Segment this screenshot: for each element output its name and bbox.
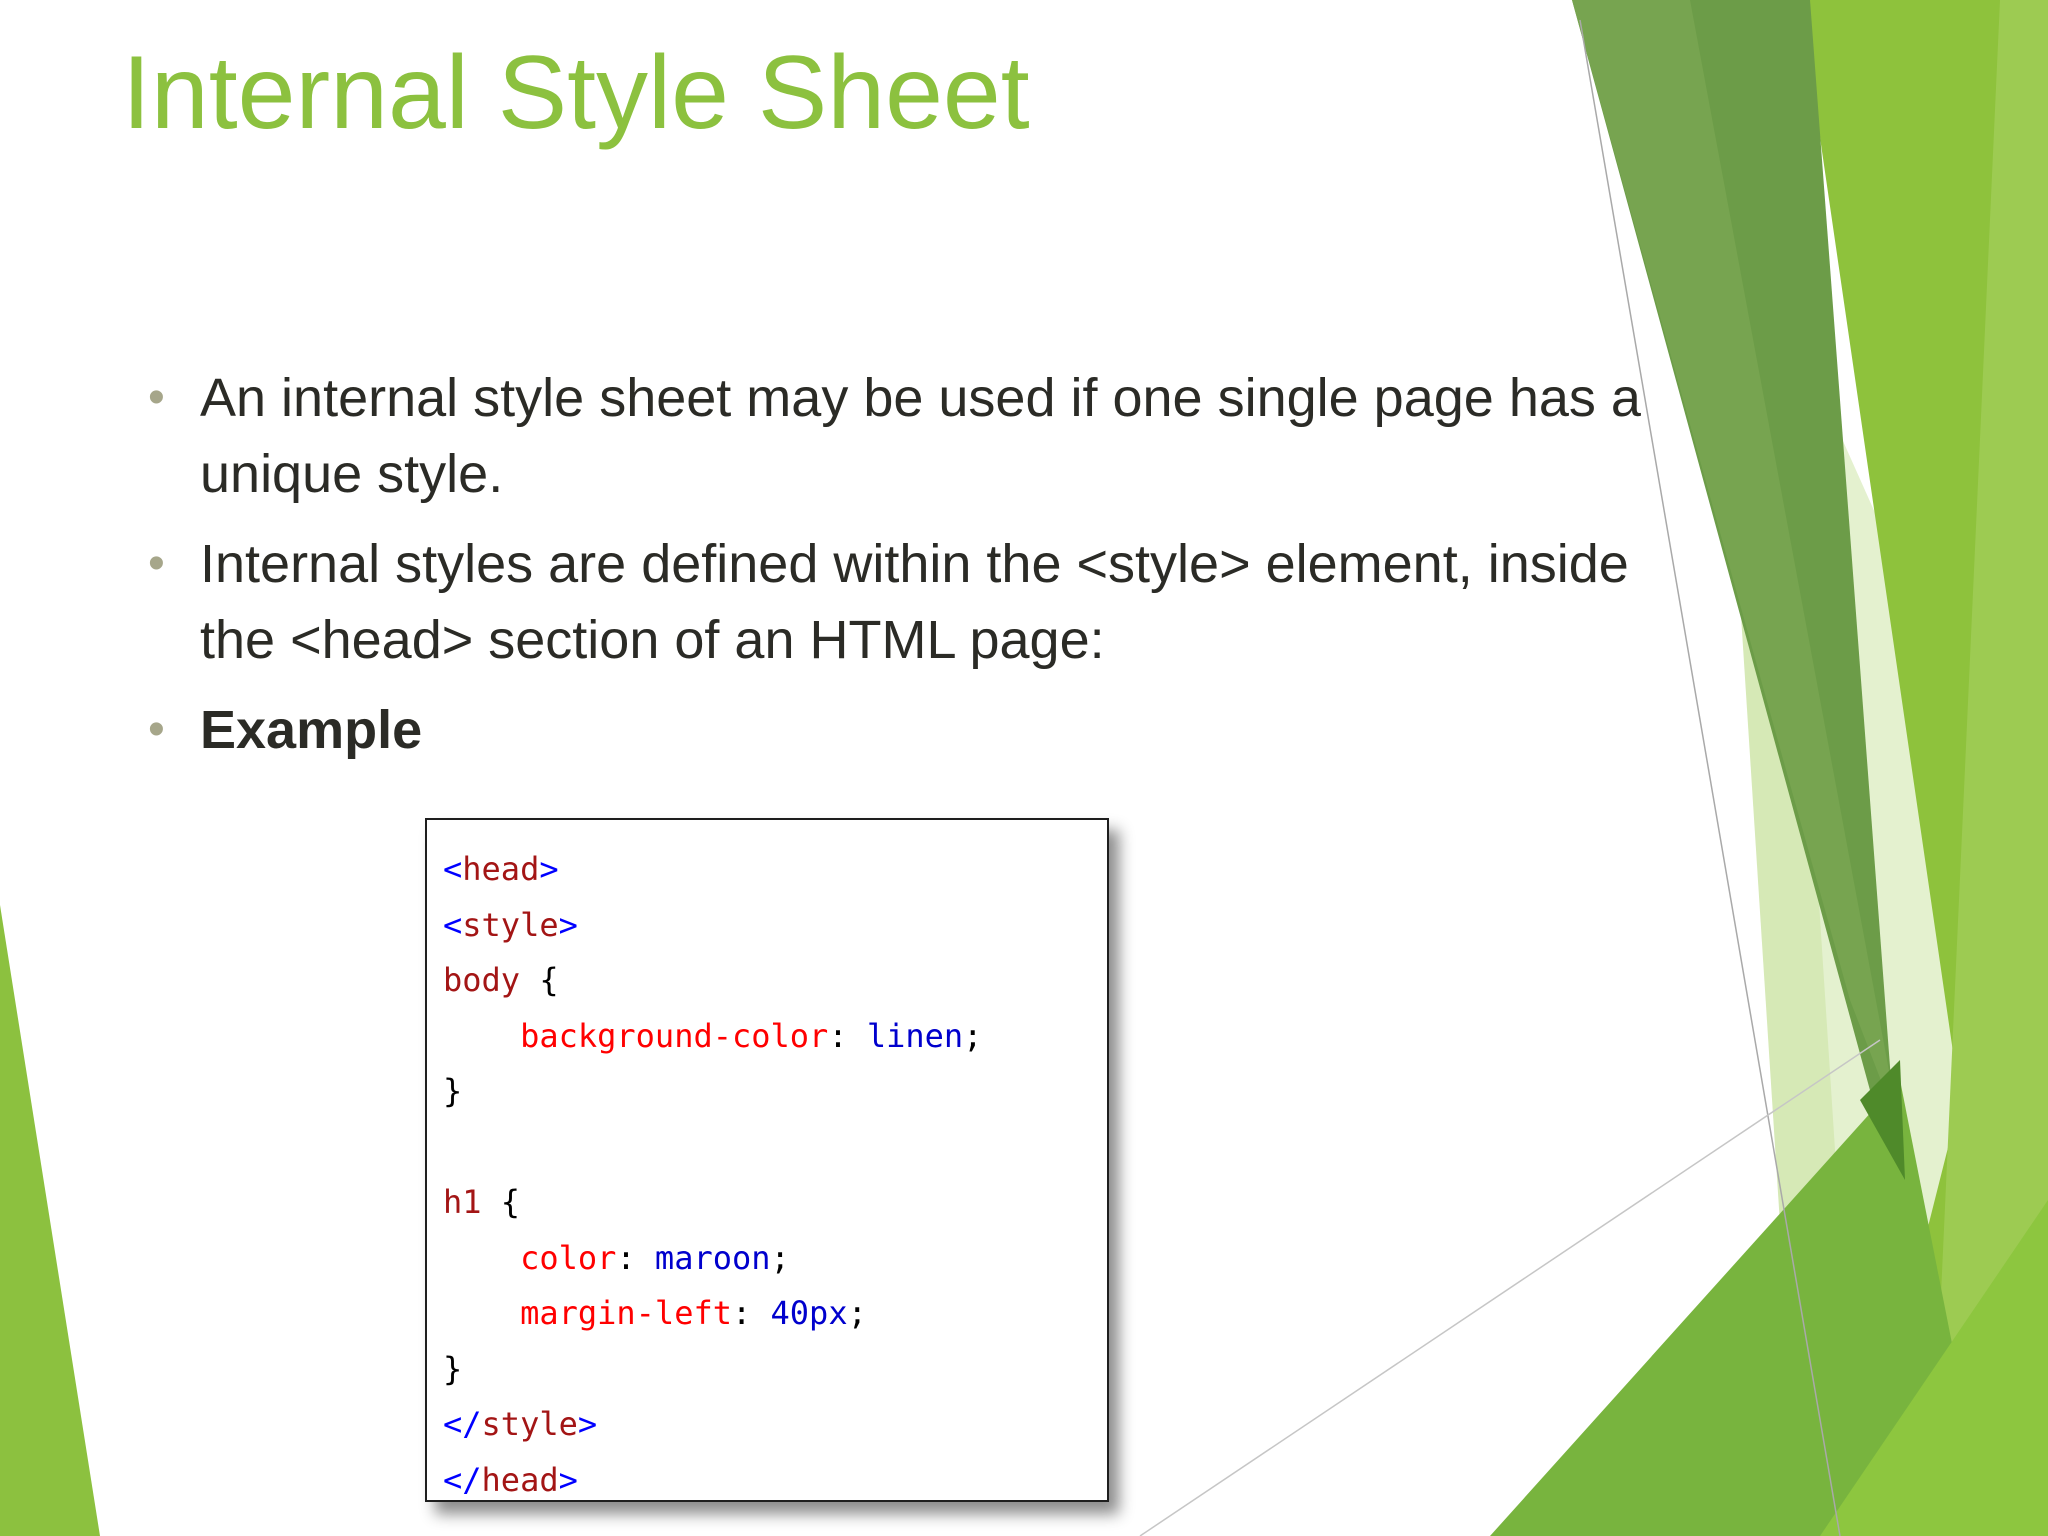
code-example-screenshot: <head> <style> body { background-color: …: [425, 818, 1109, 1502]
bullet-list: • An internal style sheet may be used if…: [148, 360, 1708, 782]
code-line: margin-left: 40px;: [520, 1294, 867, 1332]
left-green-wedge: [0, 905, 100, 1536]
code-line: <head>: [443, 850, 559, 888]
code-line: body {: [443, 961, 559, 999]
bullet-dot-icon: •: [148, 537, 165, 590]
slide-title: Internal Style Sheet: [122, 35, 1030, 151]
code-line: </head>: [443, 1460, 578, 1499]
slide: Internal Style Sheet • An internal style…: [0, 0, 2048, 1536]
code-line: h1 {: [443, 1183, 521, 1221]
code-line: </style>: [443, 1405, 598, 1443]
code-line: background-color: linen;: [520, 1016, 983, 1055]
code-line: }: [443, 1349, 463, 1388]
code-line: }: [443, 1072, 463, 1110]
bullet-text: Example: [200, 700, 423, 760]
code-line: color: maroon;: [520, 1238, 790, 1277]
bullet-text: An internal style sheet may be used if o…: [200, 368, 1641, 504]
bullet-text: Internal styles are defined within the <…: [200, 534, 1629, 670]
bullet-item: • Internal styles are defined within the…: [148, 526, 1708, 678]
bullet-item: • An internal style sheet may be used if…: [148, 360, 1708, 512]
bullet-item: • Example: [148, 692, 1708, 768]
bullet-dot-icon: •: [148, 371, 165, 424]
bullet-dot-icon: •: [148, 703, 165, 756]
code-line: <style>: [443, 905, 578, 944]
